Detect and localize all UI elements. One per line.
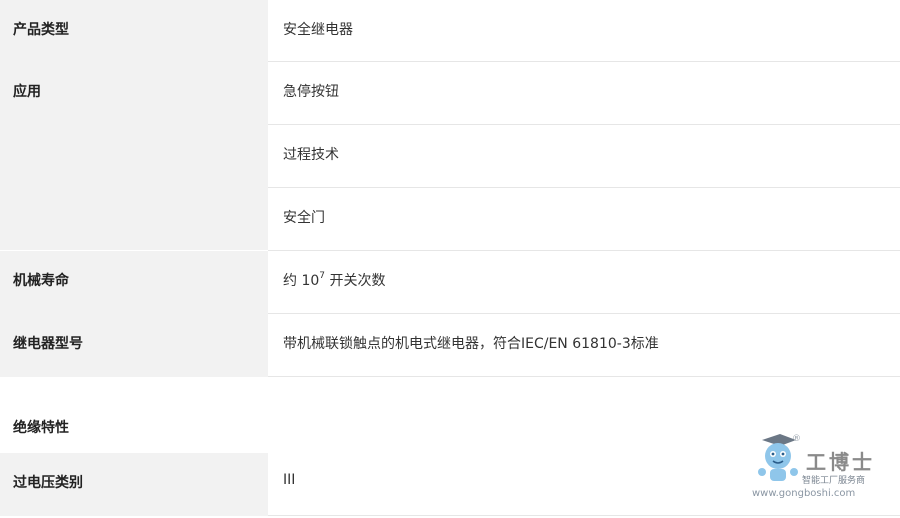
value-text: 安全门: [283, 210, 325, 226]
spec-label: 产品类型: [0, 0, 268, 62]
value-text: 急停按钮: [283, 84, 339, 100]
value-text: 约 107 开关次数: [283, 270, 385, 290]
spec-value: 安全门: [268, 188, 900, 251]
spec-value: 过程技术: [268, 125, 900, 188]
value-suffix: 开关次数: [325, 273, 386, 289]
spec-row-mechanical-life: 机械寿命 约 107 开关次数: [0, 251, 900, 314]
spec-label: 应用: [0, 62, 268, 250]
label-text: 机械寿命: [13, 273, 69, 289]
section-title: 绝缘特性: [13, 420, 69, 436]
spec-row-relay-type: 继电器型号 带机械联锁触点的机电式继电器，符合IEC/EN 61810-3标准: [0, 314, 900, 377]
spec-label: 继电器型号: [0, 314, 268, 377]
spec-value: 约 107 开关次数: [268, 251, 900, 314]
spec-label: 过电压类别: [0, 453, 268, 516]
value-prefix: 约 10: [283, 273, 320, 289]
spec-row-application: 应用 急停按钮 过程技术 安全门: [0, 62, 900, 251]
label-text: 产品类型: [13, 22, 69, 38]
value-text: 过程技术: [283, 147, 339, 163]
label-text: 过电压类别: [13, 475, 83, 491]
watermark-logo: ® 工博士 智能工厂服务商 www.gongboshi.com: [752, 432, 892, 512]
brand-url: www.gongboshi.com: [752, 488, 856, 499]
value-text: III: [283, 472, 296, 488]
label-text: 应用: [13, 84, 41, 100]
registered-mark: ®: [792, 434, 801, 444]
label-text: 继电器型号: [13, 336, 83, 352]
spec-value: 带机械联锁触点的机电式继电器，符合IEC/EN 61810-3标准: [268, 314, 900, 377]
brand-tagline: 智能工厂服务商: [802, 476, 866, 486]
spec-label: 机械寿命: [0, 251, 268, 314]
value-text: 带机械联锁触点的机电式继电器，符合IEC/EN 61810-3标准: [283, 336, 659, 352]
brand-name: 工博士: [806, 450, 875, 474]
spec-value: 安全继电器: [268, 0, 900, 62]
spec-value: 急停按钮: [268, 62, 900, 125]
value-text: 安全继电器: [283, 22, 353, 38]
spec-row-product-type: 产品类型 安全继电器: [0, 0, 900, 62]
